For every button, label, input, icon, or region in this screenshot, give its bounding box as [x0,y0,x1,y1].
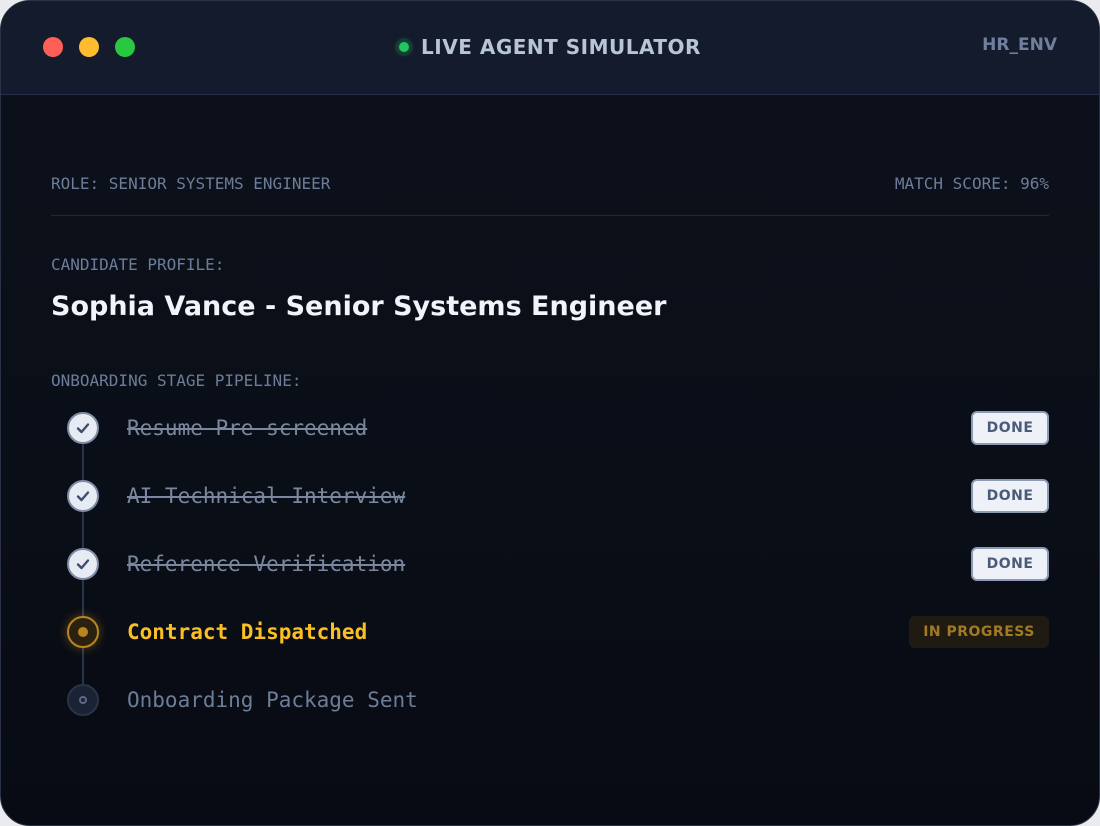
app-window: LIVE AGENT SIMULATOR HR_ENV ROLE: SENIOR… [0,0,1100,826]
match-score: MATCH SCORE: 96% [894,174,1049,193]
role-label: ROLE: SENIOR SYSTEMS ENGINEER [51,174,331,193]
title-bar: LIVE AGENT SIMULATOR HR_ENV [1,1,1099,95]
check-icon [67,480,99,512]
environment-label: HR_ENV [982,35,1057,55]
pipeline-stage: AI Technical Interview DONE [51,476,1049,516]
status-badge-in-progress: IN PROGRESS [909,616,1049,648]
window-title: LIVE AGENT SIMULATOR [421,35,701,59]
stage-label: Contract Dispatched [127,620,368,644]
window-title-group: LIVE AGENT SIMULATOR [1,31,1099,63]
meta-row: ROLE: SENIOR SYSTEMS ENGINEER MATCH SCOR… [51,174,1049,196]
in-progress-dot-icon [67,616,99,648]
check-icon [67,412,99,444]
stage-label: Resume Pre-screened [127,416,368,440]
candidate-name: Sophia Vance - Senior Systems Engineer [51,291,667,322]
candidate-profile-label: CANDIDATE PROFILE: [51,255,225,274]
check-icon [67,548,99,580]
main-content: ROLE: SENIOR SYSTEMS ENGINEER MATCH SCOR… [51,94,1049,825]
pipeline-stage: Resume Pre-screened DONE [51,408,1049,448]
status-badge-done: DONE [971,547,1049,581]
pipeline-stage-pending: Onboarding Package Sent [51,680,1049,720]
stage-label: Onboarding Package Sent [127,688,418,712]
pipeline-stage: Reference Verification DONE [51,544,1049,584]
pending-circle-icon [67,684,99,716]
stage-label: Reference Verification [127,552,406,576]
pipeline-stage-active: Contract Dispatched IN PROGRESS [51,612,1049,652]
live-status-icon [399,42,410,52]
divider [51,215,1049,216]
status-badge-done: DONE [971,411,1049,445]
status-badge-done: DONE [971,479,1049,513]
pipeline-label: ONBOARDING STAGE PIPELINE: [51,371,302,390]
stage-label: AI Technical Interview [127,484,406,508]
